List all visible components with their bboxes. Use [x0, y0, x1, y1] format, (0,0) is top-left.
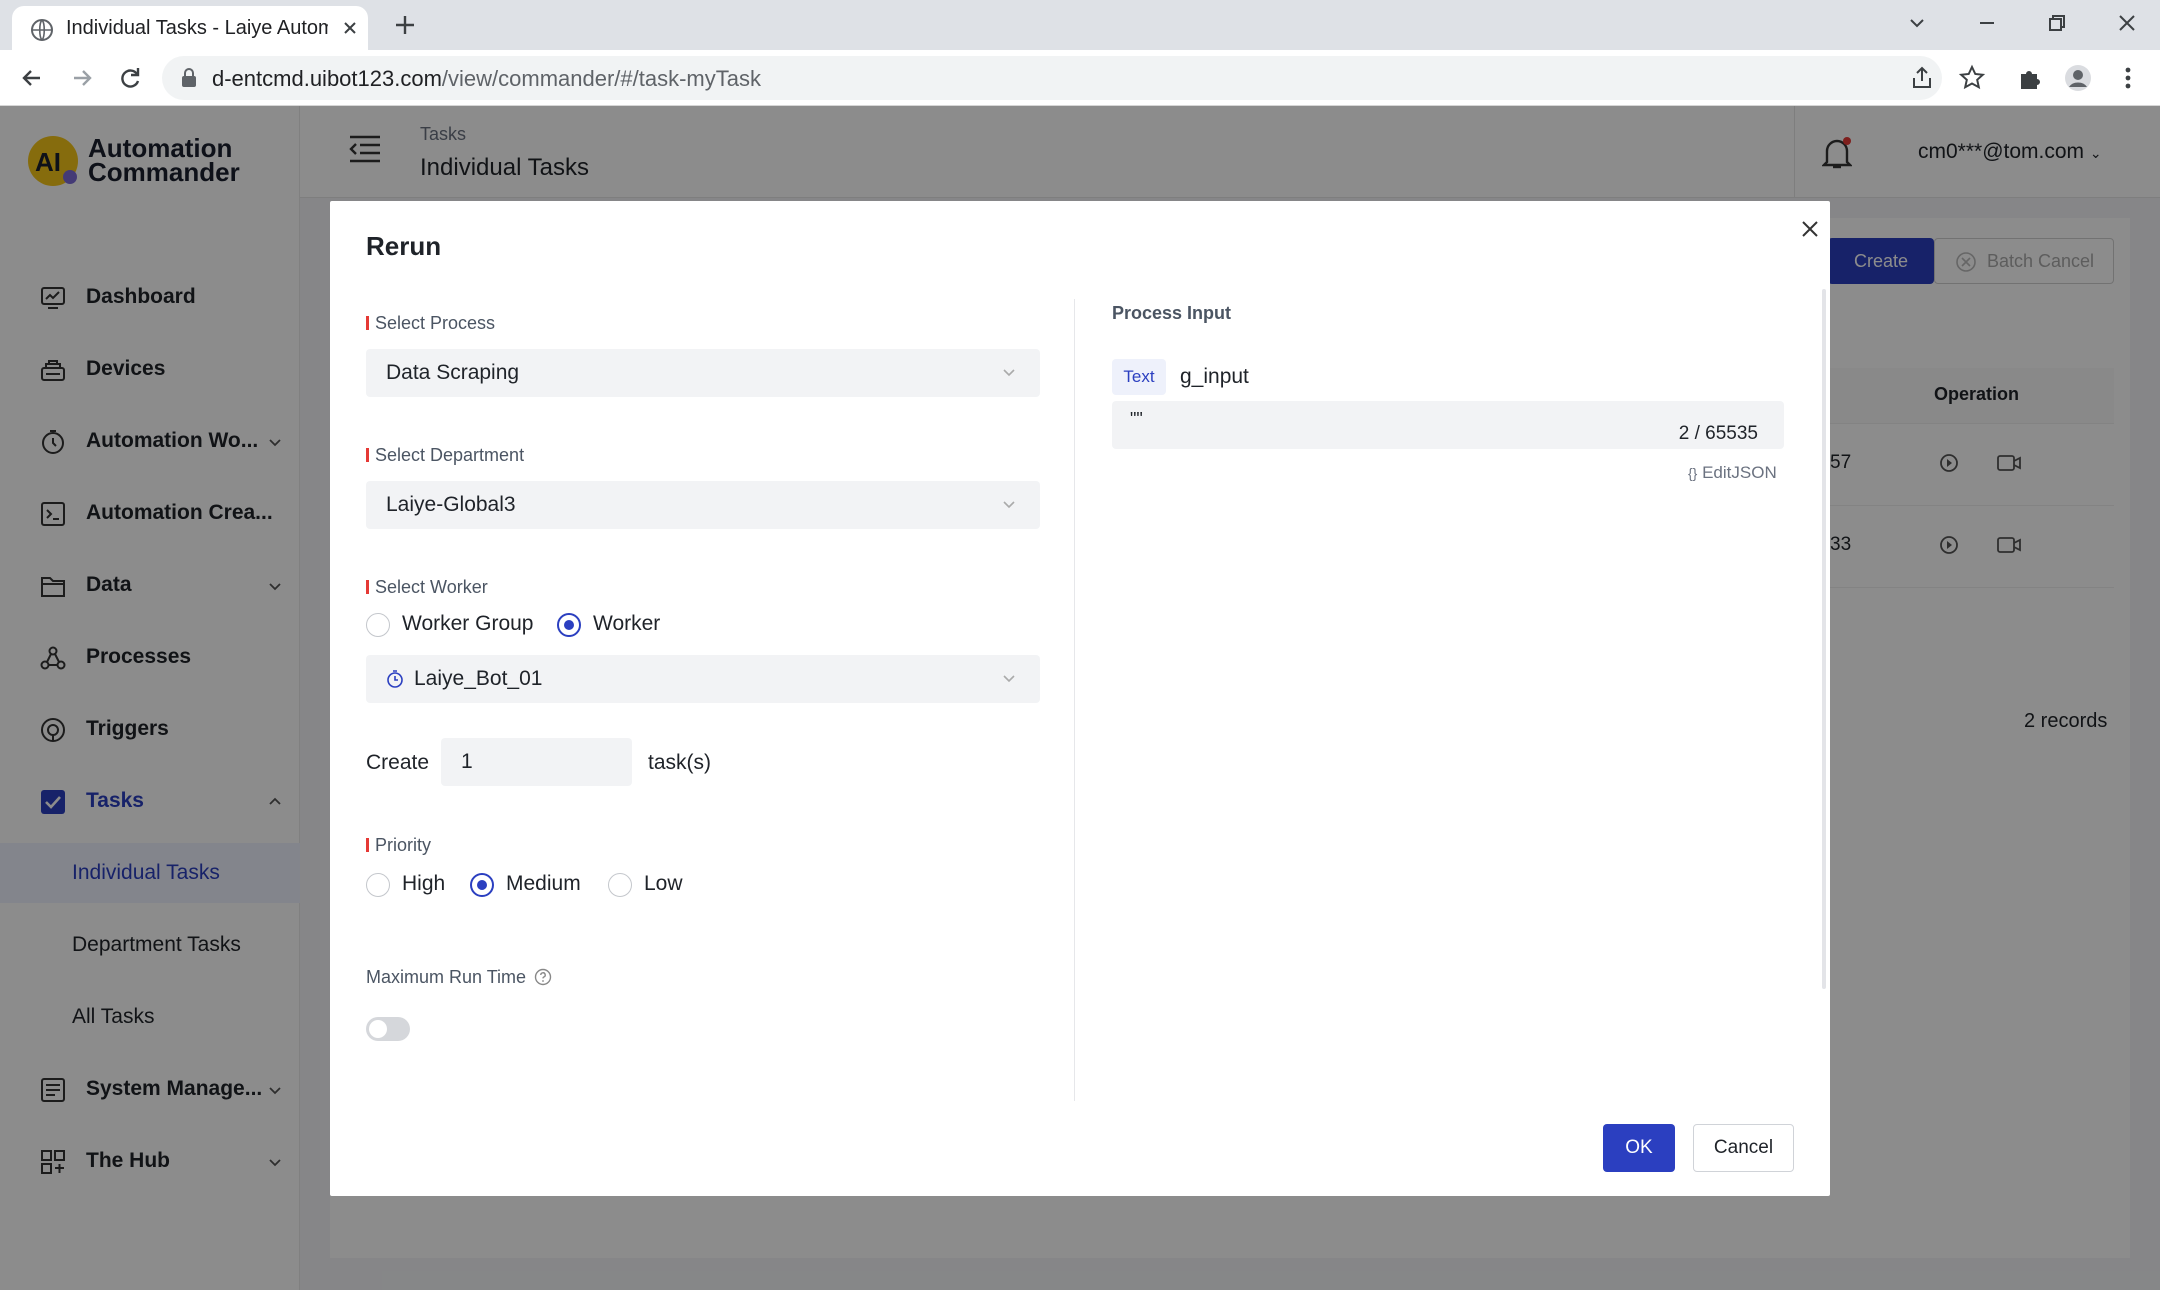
tasks-suffix-label: task(s): [648, 751, 711, 774]
radio-circle: [608, 873, 632, 897]
ok-button[interactable]: OK: [1603, 1124, 1675, 1172]
globe-icon: [31, 19, 53, 41]
browser-menu-icon[interactable]: [2114, 64, 2142, 92]
task-count-value: 1: [461, 750, 473, 773]
create-count-label: Create: [366, 751, 430, 774]
browser-tab[interactable]: Individual Tasks - Laiye Autom: [12, 6, 368, 50]
url-host: d-entcmd.uibot123.com: [212, 66, 442, 91]
restore-icon[interactable]: [2044, 10, 2070, 36]
department-select-value: Laiye-Global3: [386, 493, 516, 516]
edit-json-link[interactable]: {} EditJSON: [1688, 463, 1777, 483]
bookmark-star-icon[interactable]: [1958, 64, 1986, 92]
chevron-down-icon: [1003, 369, 1015, 377]
priority-label: Priority: [366, 835, 431, 856]
input-name: g_input: [1180, 365, 1249, 388]
radio-circle: [557, 613, 581, 637]
worker-select[interactable]: Laiye_Bot_01: [366, 655, 1040, 703]
input-char-count: 2 / 65535: [1678, 423, 1758, 444]
braces-icon: {}: [1688, 465, 1698, 481]
tab-title: Individual Tasks - Laiye Autom: [66, 17, 328, 39]
url-field[interactable]: d-entcmd.uibot123.com/view/commander/#/t…: [162, 56, 1942, 100]
task-count-input[interactable]: 1: [441, 738, 632, 786]
forward-icon[interactable]: [68, 64, 96, 92]
reload-icon[interactable]: [116, 64, 144, 92]
dialog-scrollbar[interactable]: [1822, 289, 1826, 989]
required-marker: [366, 580, 369, 594]
process-input-title: Process Input: [1112, 303, 1232, 323]
tab-close-icon[interactable]: [340, 18, 360, 38]
column-divider: [1074, 299, 1075, 1101]
url-path: /view/commander/#/task-myTask: [441, 66, 761, 91]
select-process-label-text: Select Process: [375, 313, 496, 333]
priority-label-text: Priority: [375, 835, 432, 855]
required-marker: [366, 448, 369, 462]
select-worker-label-text: Select Worker: [375, 577, 488, 597]
browser-chrome: Individual Tasks - Laiye Autom d-entcmd.…: [0, 0, 2160, 106]
profile-icon[interactable]: [2064, 64, 2092, 92]
radio-circle: [470, 873, 494, 897]
chevron-down-icon: [1003, 501, 1015, 509]
select-worker-label: Select Worker: [366, 577, 488, 598]
required-marker: [366, 838, 369, 852]
help-icon[interactable]: [534, 968, 552, 986]
address-bar: d-entcmd.uibot123.com/view/commander/#/t…: [0, 50, 2160, 106]
extensions-icon[interactable]: [2016, 64, 2044, 92]
select-process-label: Select Process: [366, 313, 495, 334]
share-icon[interactable]: [1908, 64, 1936, 92]
priority-high-label: High: [402, 872, 446, 895]
worker-robot-icon: [387, 670, 403, 688]
close-icon[interactable]: [1796, 215, 1824, 243]
url-text: d-entcmd.uibot123.com/view/commander/#/t…: [212, 66, 761, 92]
department-select[interactable]: Laiye-Global3: [366, 481, 1040, 529]
dialog-title: Rerun: [366, 231, 442, 261]
radio-circle: [366, 613, 390, 637]
lock-icon[interactable]: [180, 68, 198, 88]
priority-medium-label: Medium: [506, 872, 581, 895]
input-value-text: "": [1130, 409, 1143, 429]
max-run-time-label: Maximum Run Time: [366, 967, 552, 988]
priority-low-label: Low: [644, 872, 683, 895]
process-select[interactable]: Data Scraping: [366, 349, 1040, 397]
select-department-label: Select Department: [366, 445, 524, 466]
max-run-time-label-text: Maximum Run Time: [366, 967, 527, 987]
new-tab-icon[interactable]: [392, 12, 418, 38]
window-close-icon[interactable]: [2114, 10, 2140, 36]
minimize-icon[interactable]: [1974, 10, 2000, 36]
input-value-field[interactable]: "" 2 / 65535: [1112, 401, 1784, 449]
worker-radio-label: Worker: [593, 612, 661, 635]
radio-circle: [366, 873, 390, 897]
required-marker: [366, 316, 369, 330]
tab-strip: Individual Tasks - Laiye Autom: [0, 0, 2160, 50]
rerun-dialog: Rerun Select Process Data Scraping Selec…: [330, 201, 1830, 1196]
process-select-value: Data Scraping: [386, 361, 520, 384]
max-run-time-toggle[interactable]: [366, 1017, 410, 1041]
toggle-knob: [369, 1020, 387, 1038]
edit-json-label: EditJSON: [1702, 463, 1777, 482]
cancel-button[interactable]: Cancel: [1693, 1124, 1794, 1172]
input-type-tag: Text: [1112, 359, 1166, 395]
back-icon[interactable]: [18, 64, 46, 92]
worker-select-value: Laiye_Bot_01: [414, 667, 543, 690]
worker-group-radio-label: Worker Group: [402, 612, 534, 635]
select-department-label-text: Select Department: [375, 445, 525, 465]
tab-search-icon[interactable]: [1904, 10, 1930, 36]
chevron-down-icon: [1003, 675, 1015, 683]
